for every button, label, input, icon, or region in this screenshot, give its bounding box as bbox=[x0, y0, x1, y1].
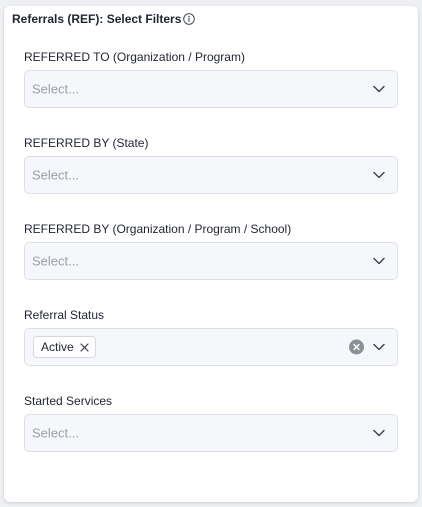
started-services-select[interactable]: Select... bbox=[24, 414, 398, 452]
panel-title-row: Referrals (REF): Select Filters bbox=[12, 12, 196, 26]
select-placeholder: Select... bbox=[32, 167, 79, 183]
filter-referred-by-state: REFERRED BY (State) Select... bbox=[24, 136, 398, 194]
referral-status-select[interactable]: Active bbox=[24, 328, 398, 366]
referred-by-state-select[interactable]: Select... bbox=[24, 156, 398, 194]
panel-title: Referrals (REF): Select Filters bbox=[12, 12, 182, 26]
referred-by-org-select[interactable]: Select... bbox=[24, 242, 398, 280]
info-icon[interactable] bbox=[183, 13, 196, 25]
select-placeholder: Select... bbox=[32, 425, 79, 441]
filter-panel: Referrals (REF): Select Filters REFERRED… bbox=[4, 6, 418, 502]
chevron-down-icon[interactable] bbox=[372, 82, 386, 96]
chevron-down-icon[interactable] bbox=[372, 340, 386, 354]
chevron-down-icon[interactable] bbox=[372, 168, 386, 182]
tag-label: Active bbox=[41, 340, 74, 354]
close-icon[interactable] bbox=[80, 342, 89, 352]
field-label: Started Services bbox=[24, 394, 113, 408]
filter-referred-by-org: REFERRED BY (Organization / Program / Sc… bbox=[24, 222, 398, 280]
field-label: Referral Status bbox=[24, 308, 105, 322]
filter-started-services: Started Services Select... bbox=[24, 394, 398, 452]
referred-to-select[interactable]: Select... bbox=[24, 70, 398, 108]
select-placeholder: Select... bbox=[32, 81, 79, 97]
field-label: REFERRED TO (Organization / Program) bbox=[24, 50, 245, 64]
clear-icon[interactable] bbox=[349, 339, 364, 355]
chevron-down-icon[interactable] bbox=[372, 426, 386, 440]
filter-referred-to: REFERRED TO (Organization / Program) Sel… bbox=[24, 50, 398, 108]
field-label: REFERRED BY (State) bbox=[24, 136, 149, 150]
filter-referral-status: Referral Status Active bbox=[24, 308, 398, 366]
selected-tag: Active bbox=[33, 336, 96, 358]
field-label: REFERRED BY (Organization / Program / Sc… bbox=[24, 222, 292, 236]
chevron-down-icon[interactable] bbox=[372, 254, 386, 268]
select-placeholder: Select... bbox=[32, 253, 79, 269]
